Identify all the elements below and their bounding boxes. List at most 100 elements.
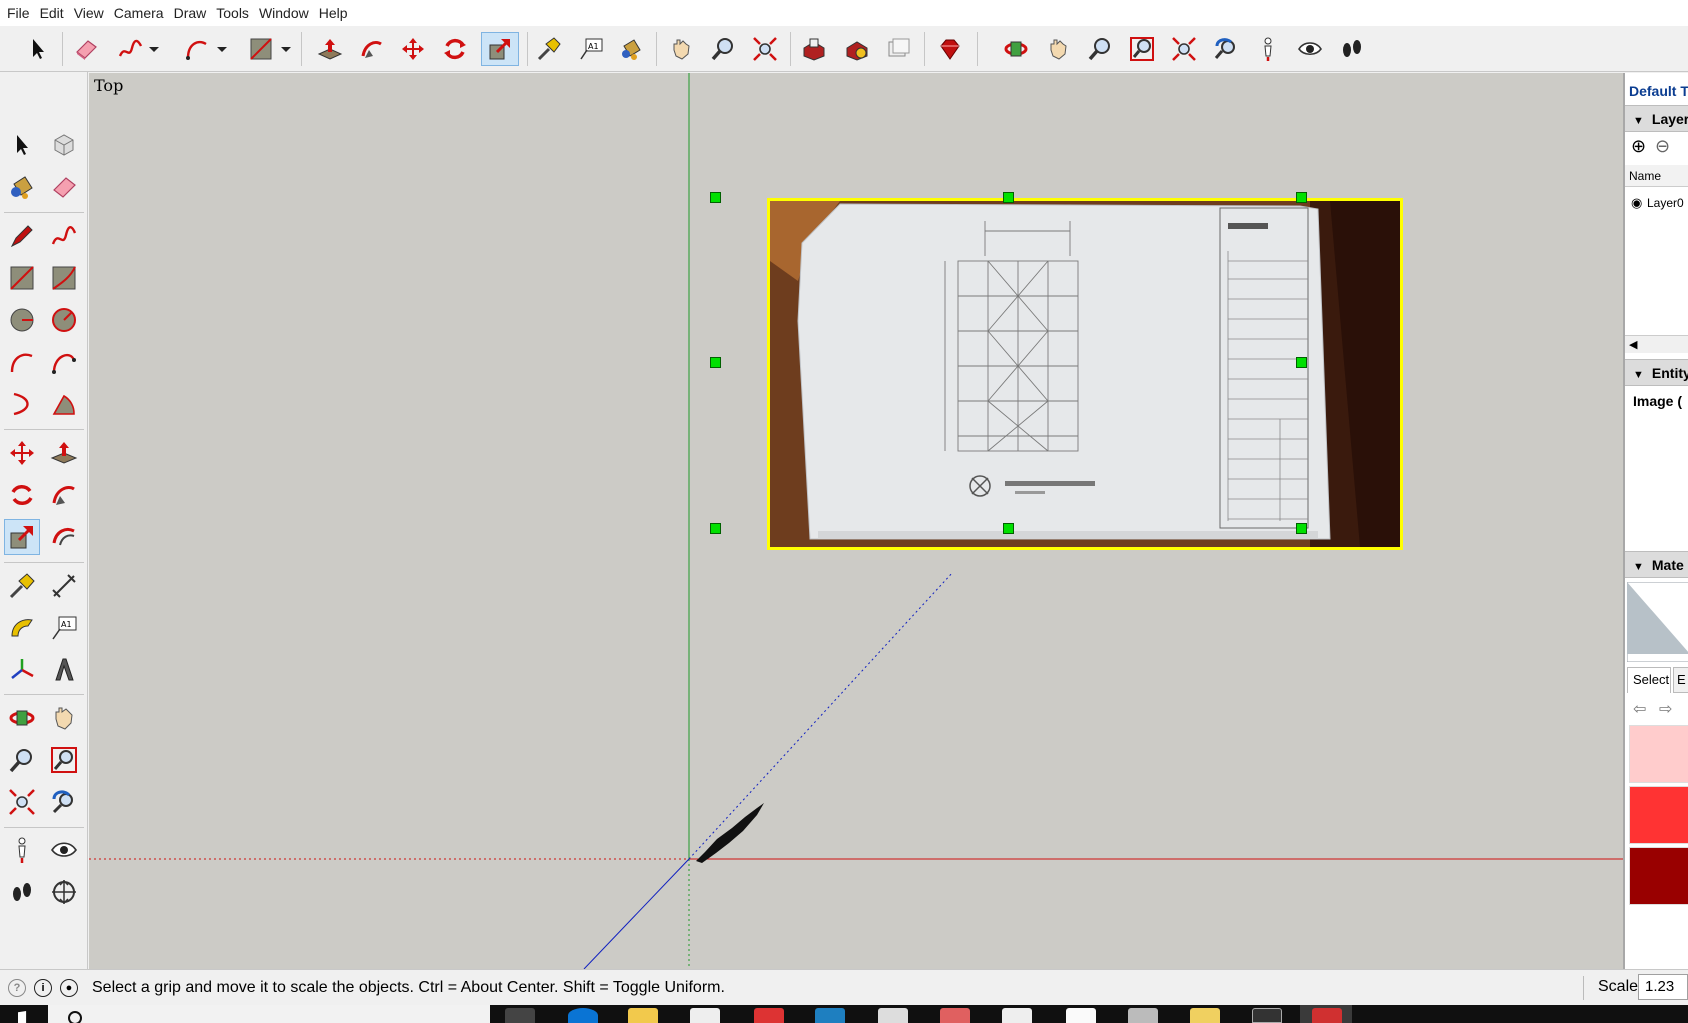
file-explorer-icon[interactable]: [628, 1008, 658, 1023]
rotated-rectangle-tool-button[interactable]: [46, 260, 82, 296]
menu-help[interactable]: Help: [316, 0, 355, 26]
make-component-button[interactable]: [46, 127, 82, 163]
text-tool-button-left[interactable]: A1: [46, 610, 82, 646]
menu-draw[interactable]: Draw: [171, 0, 214, 26]
remove-layer-icon[interactable]: ⊖: [1655, 137, 1670, 155]
material-swatch-red[interactable]: [1629, 786, 1688, 844]
three-point-arc-tool-button[interactable]: [4, 386, 40, 422]
calculator-icon[interactable]: [878, 1008, 908, 1023]
menu-camera[interactable]: Camera: [111, 0, 171, 26]
imported-image[interactable]: [767, 198, 1403, 550]
freehand-tool-button-left[interactable]: [46, 218, 82, 254]
walk-tool-button-left[interactable]: [4, 874, 40, 910]
move-tool-button[interactable]: [396, 32, 430, 66]
credits-icon[interactable]: i: [34, 978, 52, 997]
zoom-extents-tool-button-2[interactable]: [1167, 32, 1201, 66]
extension-warehouse-button[interactable]: [840, 32, 874, 66]
sticky-notes-icon[interactable]: [1190, 1008, 1220, 1023]
layer-radio-icon[interactable]: ◉: [1631, 195, 1642, 211]
paint-bucket-tool-button-left[interactable]: [4, 169, 40, 205]
measurements-input[interactable]: 1.23: [1638, 974, 1688, 1000]
text-tool-button[interactable]: A1: [574, 32, 608, 66]
windows-start-icon[interactable]: [18, 1011, 27, 1023]
edge-browser-icon[interactable]: [568, 1008, 598, 1023]
scale-grip-right[interactable]: [1296, 357, 1307, 368]
two-point-arc-tool-button[interactable]: [46, 344, 82, 380]
position-camera-tool-button-left[interactable]: [4, 832, 40, 868]
section-plane-tool-button[interactable]: [46, 874, 82, 910]
ruby-console-button[interactable]: [933, 32, 967, 66]
paint-bucket-tool-button[interactable]: [614, 32, 648, 66]
forward-arrow-icon[interactable]: ⇨: [1659, 699, 1672, 719]
previous-view-button[interactable]: [1209, 32, 1243, 66]
look-around-tool-button[interactable]: [1293, 32, 1327, 66]
push-pull-tool-button[interactable]: [313, 32, 347, 66]
taskbar-search-box[interactable]: [48, 1005, 490, 1023]
dimension-tool-button[interactable]: [46, 568, 82, 604]
task-view-icon[interactable]: [505, 1008, 535, 1023]
entity-info-panel-header[interactable]: ▼ Entity: [1625, 359, 1688, 386]
select-tool-button-left[interactable]: [4, 127, 40, 163]
protractor-tool-button[interactable]: [4, 610, 40, 646]
materials-edit-tab[interactable]: E: [1673, 667, 1688, 693]
rotate-tool-button-left[interactable]: [4, 477, 40, 513]
pan-hand-tool-button[interactable]: [1041, 32, 1075, 66]
zoom-tool-button-2[interactable]: [1083, 32, 1117, 66]
circle-tool-button[interactable]: [4, 302, 40, 338]
rectangle-tool-button-left[interactable]: [4, 260, 40, 296]
material-swatch-light-red[interactable]: [1629, 725, 1688, 783]
layers-panel-header[interactable]: ▼ Layer: [1625, 105, 1688, 132]
app-icon-gray[interactable]: [1128, 1008, 1158, 1023]
polygon-tool-button[interactable]: [46, 302, 82, 338]
arc-tool-button-left[interactable]: [4, 344, 40, 380]
app-icon-red[interactable]: [940, 1008, 970, 1023]
walk-tool-button[interactable]: [1335, 32, 1369, 66]
zoom-extents-tool-button[interactable]: [748, 32, 782, 66]
offset-tool-button[interactable]: [46, 519, 82, 555]
zoom-tool-button[interactable]: [706, 32, 740, 66]
axes-tool-button[interactable]: [4, 652, 40, 688]
user-account-icon[interactable]: ●: [60, 978, 78, 997]
rotate-tool-button[interactable]: [438, 32, 472, 66]
store-icon[interactable]: [690, 1008, 720, 1023]
scale-grip-left[interactable]: [710, 357, 721, 368]
add-layer-icon[interactable]: ⊕: [1631, 137, 1646, 155]
position-camera-tool-button[interactable]: [1251, 32, 1285, 66]
scale-grip-bottom[interactable]: [1003, 523, 1014, 534]
back-arrow-icon[interactable]: ⇦: [1633, 699, 1646, 719]
menu-view[interactable]: View: [71, 0, 111, 26]
pan-tool-button-left[interactable]: [46, 700, 82, 736]
previous-view-button-left[interactable]: [46, 784, 82, 820]
push-pull-tool-button-left[interactable]: [46, 435, 82, 471]
line-tool-button[interactable]: [4, 218, 40, 254]
arc-tool-button[interactable]: [180, 32, 214, 66]
zoom-window-tool-button[interactable]: [1125, 32, 1159, 66]
layers-scroll-left-icon[interactable]: ◀: [1625, 335, 1688, 353]
send-to-layout-button[interactable]: [882, 32, 916, 66]
eraser-tool-button[interactable]: [69, 32, 103, 66]
scale-grip-top[interactable]: [1003, 192, 1014, 203]
scale-tool-button-left[interactable]: [4, 519, 40, 555]
orbit-tool-button[interactable]: [999, 32, 1033, 66]
3d-text-tool-button[interactable]: [46, 652, 82, 688]
layers-name-column[interactable]: Name: [1625, 165, 1688, 187]
look-around-tool-button-left[interactable]: [46, 832, 82, 868]
follow-me-tool-button[interactable]: [355, 32, 389, 66]
arc-dropdown-button[interactable]: [213, 32, 231, 66]
materials-panel-header[interactable]: ▼ Mate: [1625, 551, 1688, 578]
scale-grip-top-right[interactable]: [1296, 192, 1307, 203]
follow-me-tool-button-left[interactable]: [46, 477, 82, 513]
drawing-viewport[interactable]: Top: [89, 73, 1623, 969]
app-icon-white[interactable]: [1002, 1008, 1032, 1023]
menu-tools[interactable]: Tools: [213, 0, 256, 26]
zoom-window-tool-button-left[interactable]: [46, 742, 82, 778]
rectangle-tool-button[interactable]: [244, 32, 278, 66]
orbit-tool-button-left[interactable]: [4, 700, 40, 736]
eraser-tool-button-left[interactable]: [46, 169, 82, 205]
material-swatch-dark-red[interactable]: [1629, 847, 1688, 905]
tape-measure-tool-button[interactable]: [532, 32, 566, 66]
freehand-tool-button[interactable]: [113, 32, 147, 66]
zoom-tool-button-left[interactable]: [4, 742, 40, 778]
menu-edit[interactable]: Edit: [37, 0, 71, 26]
pie-tool-button[interactable]: [46, 386, 82, 422]
